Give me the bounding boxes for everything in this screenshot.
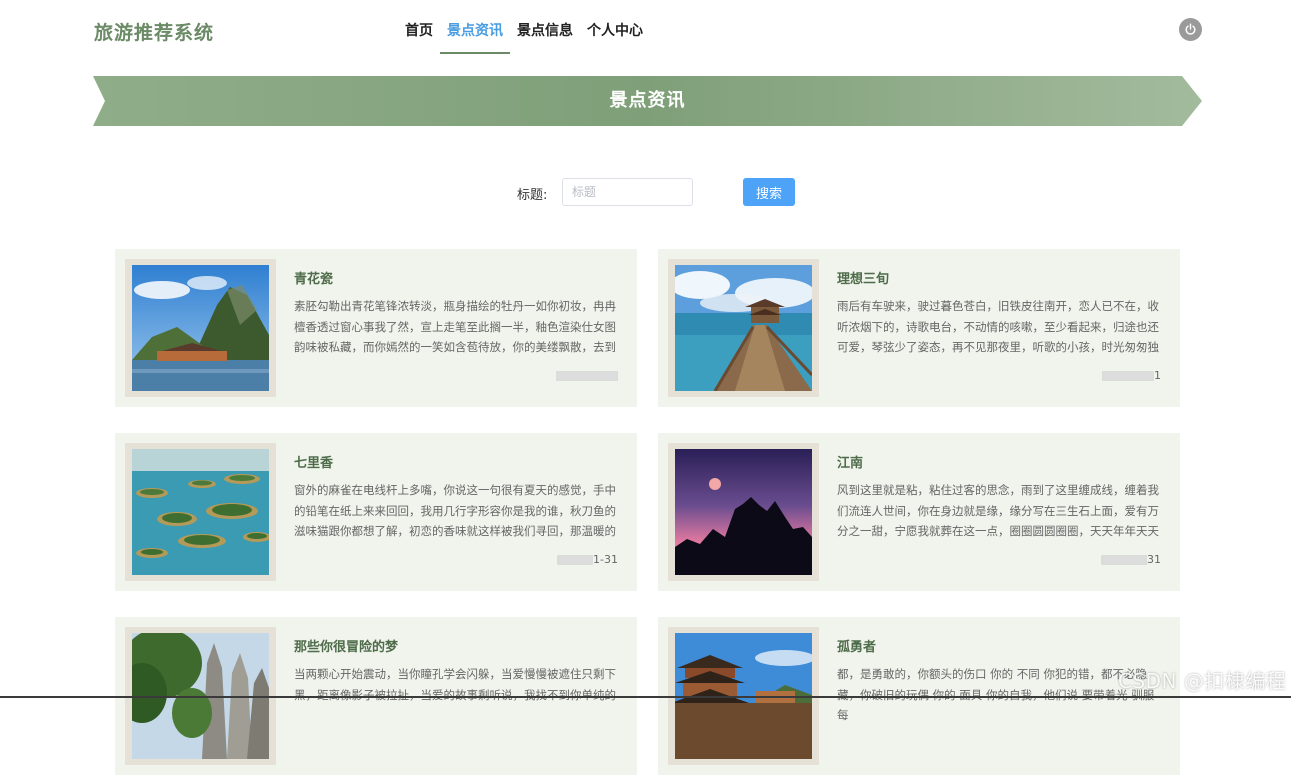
top-nav-bar: 旅游推荐系统 首页 景点资讯 景点信息 个人中心 bbox=[0, 0, 1291, 60]
island-lake-image[interactable] bbox=[132, 449, 269, 575]
article-title[interactable]: 理想三旬 bbox=[837, 268, 889, 287]
article-card[interactable]: 江南 风到这里就是粘，粘住过客的思念，雨到了这里缠成线，缠着我们流连人世间，你在… bbox=[658, 433, 1180, 591]
redacted-mask bbox=[1101, 555, 1147, 565]
redacted-mask bbox=[1102, 371, 1154, 381]
article-date: 1-31 bbox=[557, 553, 618, 566]
pier-pavilion-sea-image[interactable] bbox=[675, 265, 812, 391]
app-title[interactable]: 旅游推荐系统 bbox=[94, 18, 214, 45]
section-banner: 景点资讯 bbox=[93, 76, 1202, 126]
search-label: 标题: bbox=[517, 188, 548, 203]
article-card[interactable]: 七里香 窗外的麻雀在电线杆上多嘴，你说这一句很有夏天的感觉，手中的铅笔在纸上来来… bbox=[115, 433, 637, 591]
article-excerpt: 都，是勇敢的，你额头的伤口 你的 不同 你犯的错，都不必隐藏，你破旧的玩偶 你的… bbox=[837, 667, 1155, 723]
article-excerpt: 素胚勾勒出青花笔锋浓转淡，瓶身描绘的牡丹一如你初妆，冉冉檀香透过窗心事我了然，宣… bbox=[294, 299, 616, 355]
nav-item-news[interactable]: 景点资讯 bbox=[440, 0, 510, 54]
article-date bbox=[556, 369, 618, 382]
article-date: 1 bbox=[1102, 369, 1161, 382]
thumbnail-frame bbox=[668, 259, 819, 397]
pink-sunset-silhouette-image[interactable] bbox=[675, 449, 812, 575]
redacted-mask bbox=[556, 371, 618, 381]
article-title[interactable]: 孤勇者 bbox=[837, 636, 876, 655]
article-excerpt: 当两颗心开始震动，当你瞳孔学会闪躲，当爱慢慢被遮住只剩下黑，距离像影子被拉扯，当… bbox=[294, 667, 616, 702]
thumbnail-frame bbox=[125, 443, 276, 581]
banner-title: 景点资讯 bbox=[609, 90, 686, 111]
nav-item-profile[interactable]: 个人中心 bbox=[580, 0, 650, 54]
article-excerpt: 风到这里就是粘，粘住过客的思念，雨到了这里缠成线，缠着我们流连人世间，你在身边就… bbox=[837, 483, 1159, 539]
thumbnail-frame bbox=[125, 259, 276, 397]
article-excerpt: 窗外的麻雀在电线杆上多嘴，你说这一句很有夏天的感觉，手中的铅笔在纸上来来回回，我… bbox=[294, 483, 616, 539]
article-card[interactable]: 青花瓷 素胚勾勒出青花笔锋浓转淡，瓶身描绘的牡丹一如你初妆，冉冉檀香透过窗心事我… bbox=[115, 249, 637, 407]
article-title[interactable]: 青花瓷 bbox=[294, 268, 333, 287]
article-date: 31 bbox=[1101, 553, 1161, 566]
article-title[interactable]: 七里香 bbox=[294, 452, 333, 471]
article-card[interactable]: 理想三旬 雨后有车驶来，驶过暮色苍白，旧铁皮往南开，恋人已不在，收听浓烟下的，诗… bbox=[658, 249, 1180, 407]
title-search-input[interactable] bbox=[562, 178, 693, 206]
search-button[interactable]: 搜索 bbox=[743, 178, 795, 206]
main-nav: 首页 景点资讯 景点信息 个人中心 bbox=[398, 0, 650, 54]
nav-item-attractions[interactable]: 景点信息 bbox=[510, 0, 580, 54]
article-title[interactable]: 那些你很冒险的梦 bbox=[294, 636, 398, 655]
nav-item-home[interactable]: 首页 bbox=[398, 0, 440, 54]
thumbnail-frame bbox=[668, 443, 819, 581]
watermark: CSDN @扣棣编程 bbox=[1118, 669, 1287, 693]
redacted-mask bbox=[557, 555, 594, 565]
karst-mountain-lake-image[interactable] bbox=[132, 265, 269, 391]
article-excerpt: 雨后有车驶来，驶过暮色苍白，旧铁皮往南开，恋人已不在，收听浓烟下的，诗歌电台，不… bbox=[837, 299, 1159, 355]
article-title[interactable]: 江南 bbox=[837, 452, 863, 471]
power-icon[interactable] bbox=[1179, 18, 1202, 41]
